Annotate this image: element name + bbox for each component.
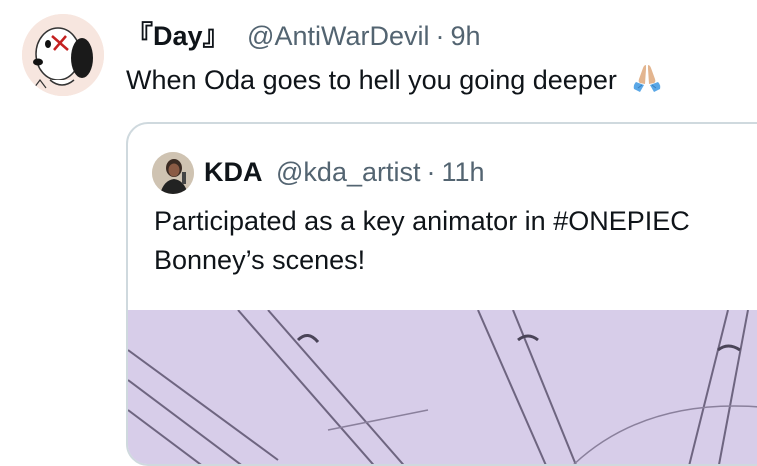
quoted-text-line-1: Participated as a key animator in #ONEPI… — [154, 206, 690, 236]
tweet-body: When Oda goes to hell you going deeper — [126, 65, 617, 95]
tweet-text: When Oda goes to hell you going deeper — [126, 60, 664, 106]
person-avatar-icon — [152, 152, 194, 194]
quoted-tweet-header: KDA @kda_artist · 11h — [204, 154, 485, 190]
media-illustration — [128, 310, 757, 464]
quoted-author-avatar[interactable] — [152, 152, 194, 194]
quoted-handle[interactable]: @kda_artist — [276, 157, 420, 187]
author-handle[interactable]: @AntiWarDevil — [247, 21, 429, 51]
tweet-timestamp[interactable]: 9h — [450, 21, 480, 51]
snoopy-avatar-icon — [22, 14, 104, 96]
quoted-timestamp[interactable]: 11h — [441, 157, 484, 187]
quoted-tweet-card[interactable]: KDA @kda_artist · 11h Participated as a ke… — [126, 122, 757, 466]
quoted-tweet-text: Participated as a key animator in #ONEPI… — [154, 202, 690, 280]
quoted-separator-dot: · — [426, 157, 436, 187]
folded-hands-icon — [630, 61, 664, 106]
quoted-display-name[interactable]: KDA — [204, 157, 263, 187]
separator-dot: · — [435, 21, 445, 51]
tweet-header: 『Day』 @AntiWarDevil · 9h — [126, 18, 481, 54]
quoted-text-line-2: Bonney’s scenes! — [154, 245, 366, 275]
anime-background-image[interactable] — [128, 310, 757, 464]
author-avatar[interactable] — [22, 14, 104, 96]
author-display-name[interactable]: 『Day』 — [126, 21, 230, 51]
